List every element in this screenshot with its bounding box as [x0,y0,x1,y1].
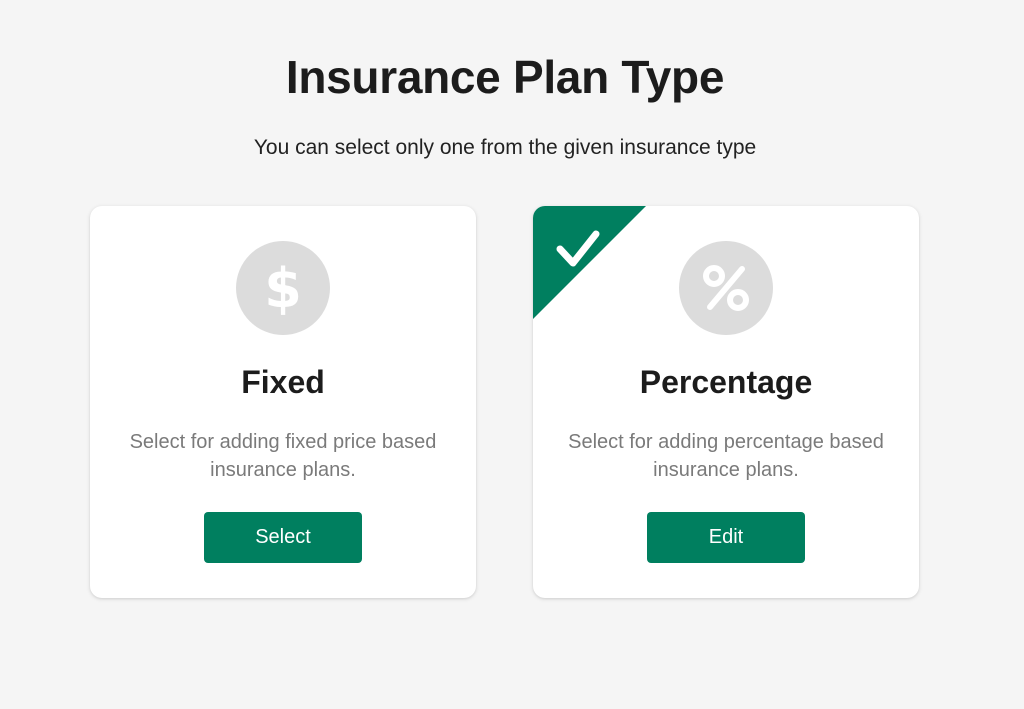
plan-card-fixed[interactable]: $ Fixed Select for adding fixed price ba… [90,206,476,598]
plan-card-percentage[interactable]: Percentage Select for adding percentage … [533,206,919,598]
svg-text:$: $ [264,257,302,320]
dollar-icon: $ [236,241,330,335]
select-button[interactable]: Select [204,512,362,563]
edit-button[interactable]: Edit [647,512,805,563]
card-title: Percentage [639,364,813,400]
card-title: Fixed [241,364,325,400]
selected-check-icon [533,206,646,319]
card-description: Select for adding fixed price based insu… [129,431,437,481]
percent-icon [679,241,773,335]
page-title: Insurance Plan Type [285,51,725,103]
page-subtitle: You can select only one from the given i… [253,136,757,159]
card-description: Select for adding percentage based insur… [568,431,884,481]
